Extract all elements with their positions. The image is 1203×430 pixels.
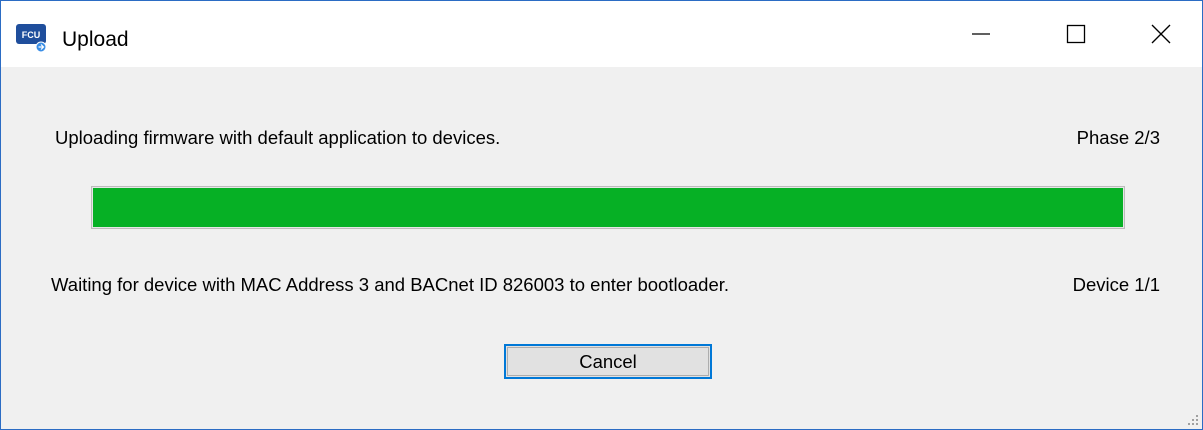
fcu-app-icon: FCU xyxy=(16,24,47,53)
minimize-icon xyxy=(972,33,990,35)
maximize-button[interactable] xyxy=(1031,1,1121,67)
dialog-content: Uploading firmware with default applicat… xyxy=(1,67,1202,429)
close-button[interactable] xyxy=(1116,1,1202,67)
device-counter: Device 1/1 xyxy=(1072,274,1160,295)
close-icon xyxy=(1151,24,1171,44)
maximize-icon xyxy=(1066,24,1086,44)
cancel-button[interactable]: Cancel xyxy=(504,344,712,379)
cancel-button-label: Cancel xyxy=(579,350,637,372)
resize-grip-icon[interactable] xyxy=(1185,412,1199,426)
device-status-message: Waiting for device with MAC Address 3 an… xyxy=(51,274,730,295)
upload-status-message: Uploading firmware with default applicat… xyxy=(55,127,501,148)
minimize-button[interactable] xyxy=(936,1,1026,67)
window-title: Upload xyxy=(62,28,129,51)
progress-fill xyxy=(93,188,1123,227)
phase-indicator: Phase 2/3 xyxy=(1076,127,1160,148)
app-icon-label: FCU xyxy=(22,30,41,40)
title-bar[interactable]: FCU Upload xyxy=(1,1,1202,67)
upload-progress-bar xyxy=(91,186,1125,229)
upload-dialog: FCU Upload Uploading firmware with defau… xyxy=(0,0,1203,430)
